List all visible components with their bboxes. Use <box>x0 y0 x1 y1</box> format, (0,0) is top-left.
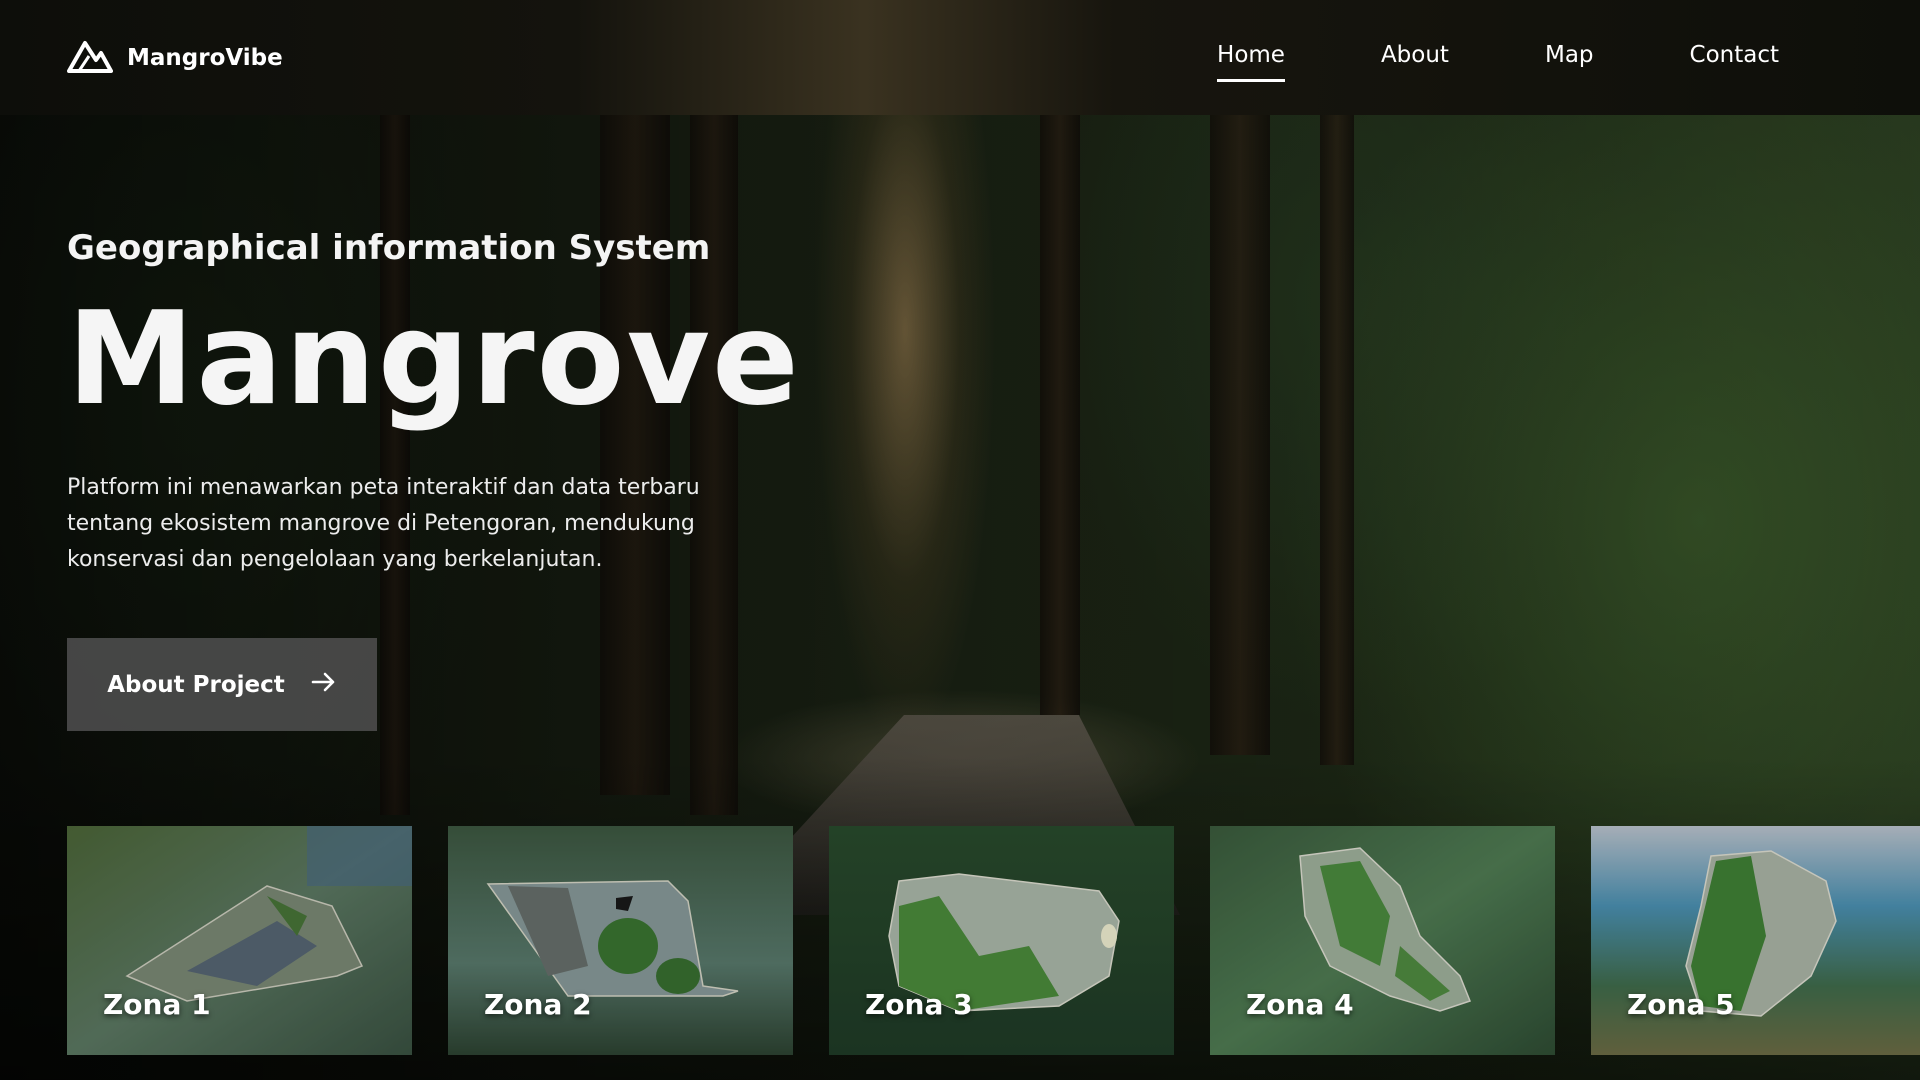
nav-link-about[interactable]: About <box>1381 42 1449 74</box>
zone-label: Zona 3 <box>865 988 973 1021</box>
zone-card-1[interactable]: Zona 1 <box>67 826 412 1055</box>
nav-links: Home About Map Contact <box>1217 42 1779 82</box>
nav-link-contact[interactable]: Contact <box>1690 42 1779 74</box>
nav-link-map[interactable]: Map <box>1545 42 1594 74</box>
brand-name: MangroVibe <box>127 44 283 71</box>
brand[interactable]: MangroVibe <box>67 38 283 78</box>
zone-card-list: Zona 1 Zona 2 Zona 3 Zona 4 Zona 5 <box>67 826 1920 1055</box>
hero-title: Mangrove <box>67 285 801 434</box>
about-project-button[interactable]: About Project <box>67 638 377 731</box>
nav-link-home[interactable]: Home <box>1217 42 1285 82</box>
zone-label: Zona 2 <box>484 988 592 1021</box>
hero-description: Platform ini menawarkan peta interaktif … <box>67 475 700 572</box>
hero-subtitle: Geographical information System <box>67 228 711 268</box>
zone-label: Zona 1 <box>103 988 211 1021</box>
arrow-right-icon <box>311 672 337 698</box>
mountain-logo-icon <box>67 38 113 78</box>
about-project-label: About Project <box>107 671 285 698</box>
navbar: MangroVibe Home About Map Contact <box>0 0 1920 115</box>
zone-card-4[interactable]: Zona 4 <box>1210 826 1555 1055</box>
zone-label: Zona 5 <box>1627 988 1735 1021</box>
zone-label: Zona 4 <box>1246 988 1354 1021</box>
zone-card-2[interactable]: Zona 2 <box>448 826 793 1055</box>
zone-card-5[interactable]: Zona 5 <box>1591 826 1920 1055</box>
zone-card-3[interactable]: Zona 3 <box>829 826 1174 1055</box>
